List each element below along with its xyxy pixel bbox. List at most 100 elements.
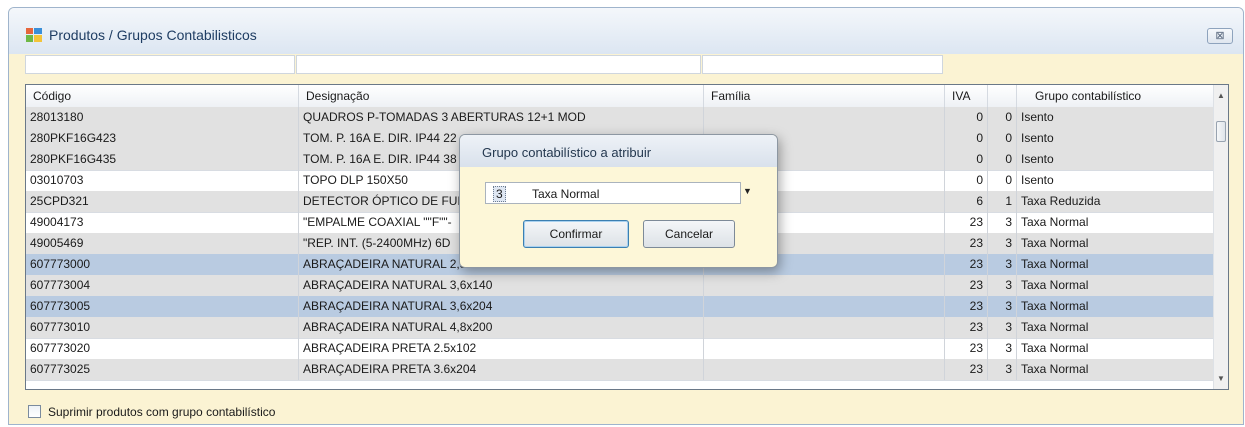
- cell-grupo-contabilistico: Isento: [1017, 170, 1215, 191]
- cell-familia: [704, 296, 945, 317]
- arrow-up-icon[interactable]: ▲: [1214, 87, 1228, 104]
- cell-familia: [704, 107, 945, 128]
- suppress-checkbox[interactable]: [28, 405, 41, 418]
- cell-familia: [704, 359, 945, 380]
- cell-familia: [704, 338, 945, 359]
- grid-header: Código Designação Família IVA Grupo cont…: [26, 85, 1215, 108]
- cell-iva: 23: [945, 359, 988, 380]
- cell-codigo: 03010703: [26, 170, 299, 191]
- cell-codigo: 49005469: [26, 233, 299, 254]
- table-row[interactable]: 28013180 QUADROS P-TOMADAS 3 ABERTURAS 12…: [26, 107, 1215, 129]
- cell-grupo-codigo: 0: [988, 128, 1017, 149]
- cell-codigo: 607773025: [26, 359, 299, 380]
- cell-grupo-contabilistico: Taxa Normal: [1017, 254, 1215, 275]
- cell-codigo: 280PKF16G435: [26, 149, 299, 170]
- cell-iva: 23: [945, 254, 988, 275]
- cell-grupo-codigo: 3: [988, 359, 1017, 380]
- cell-familia: [704, 275, 945, 296]
- cell-iva: 23: [945, 296, 988, 317]
- cell-codigo: 607773000: [26, 254, 299, 275]
- cell-grupo-contabilistico: Taxa Normal: [1017, 317, 1215, 338]
- cell-grupo-contabilistico: Taxa Normal: [1017, 359, 1215, 380]
- cell-codigo: 49004173: [26, 212, 299, 233]
- cancel-button[interactable]: Cancelar: [643, 220, 735, 248]
- dialog-title: Grupo contabilístico a atribuir: [482, 145, 652, 160]
- col-header-codigo-grupo[interactable]: [988, 85, 1017, 107]
- vertical-scrollbar[interactable]: ▲ ▼: [1213, 85, 1228, 389]
- cell-grupo-codigo: 3: [988, 275, 1017, 296]
- table-row[interactable]: 607773005 ABRAÇADEIRA NATURAL 3,6x204 23 3 T…: [26, 296, 1215, 318]
- confirm-button[interactable]: Confirmar: [523, 220, 629, 248]
- cell-iva: 0: [945, 170, 988, 191]
- cancel-label: Cancelar: [664, 227, 714, 241]
- table-row[interactable]: 607773020 ABRAÇADEIRA PRETA 2.5x102 23 3 Tax…: [26, 338, 1215, 360]
- window-title: Produtos / Grupos Contabilisticos: [49, 27, 257, 43]
- cell-designacao: ABRAÇADEIRA NATURAL 3,6x204: [299, 296, 704, 317]
- cell-designacao: ABRAÇADEIRA NATURAL 4,8x200: [299, 317, 704, 338]
- cell-familia: [704, 317, 945, 338]
- col-header-familia[interactable]: Família: [704, 85, 945, 107]
- filter-familia-input[interactable]: [702, 55, 943, 74]
- table-row[interactable]: 607773004 ABRAÇADEIRA NATURAL 3,6x140 23 3 T…: [26, 275, 1215, 297]
- cell-codigo: 607773004: [26, 275, 299, 296]
- arrow-down-icon[interactable]: ▼: [1214, 370, 1228, 387]
- cell-grupo-codigo: 3: [988, 317, 1017, 338]
- cell-designacao: ABRAÇADEIRA PRETA 2.5x102: [299, 338, 704, 359]
- col-header-iva[interactable]: IVA: [945, 85, 988, 107]
- close-button[interactable]: ⊠: [1207, 28, 1233, 44]
- cell-iva: 23: [945, 275, 988, 296]
- group-combobox[interactable]: 3 Taxa Normal: [485, 182, 741, 204]
- cell-iva: 23: [945, 338, 988, 359]
- cell-designacao: ABRAÇADEIRA PRETA 3.6x204: [299, 359, 704, 380]
- assign-group-dialog: Grupo contabilístico a atribuir 3 Taxa N…: [459, 134, 778, 268]
- table-row[interactable]: 607773025 ABRAÇADEIRA PRETA 3.6x204 23 3 Tax…: [26, 359, 1215, 381]
- cell-grupo-codigo: 3: [988, 338, 1017, 359]
- cell-grupo-codigo: 3: [988, 296, 1017, 317]
- cell-iva: 0: [945, 149, 988, 170]
- cell-codigo: 280PKF16G423: [26, 128, 299, 149]
- cell-grupo-contabilistico: Isento: [1017, 128, 1215, 149]
- cell-grupo-contabilistico: Taxa Reduzida: [1017, 191, 1215, 212]
- cell-grupo-contabilistico: Taxa Normal: [1017, 275, 1215, 296]
- cell-grupo-codigo: 0: [988, 107, 1017, 128]
- cell-grupo-contabilistico: Taxa Normal: [1017, 233, 1215, 254]
- cell-codigo: 607773020: [26, 338, 299, 359]
- cell-codigo: 607773005: [26, 296, 299, 317]
- cell-iva: 6: [945, 191, 988, 212]
- col-header-codigo[interactable]: Código: [26, 85, 299, 107]
- cell-codigo: 25CPD321: [26, 191, 299, 212]
- cell-grupo-codigo: 1: [988, 191, 1017, 212]
- cell-codigo: 28013180: [26, 107, 299, 128]
- cell-iva: 0: [945, 128, 988, 149]
- combo-selected-text: Taxa Normal: [532, 187, 600, 201]
- cell-grupo-codigo: 3: [988, 212, 1017, 233]
- cell-grupo-contabilistico: Isento: [1017, 149, 1215, 170]
- cell-grupo-codigo: 3: [988, 254, 1017, 275]
- cell-designacao: ABRAÇADEIRA NATURAL 3,6x140: [299, 275, 704, 296]
- cell-grupo-contabilistico: Taxa Normal: [1017, 212, 1215, 233]
- title-bar: Produtos / Grupos Contabilisticos ⊠: [9, 8, 1243, 54]
- chevron-down-icon[interactable]: ▼: [743, 186, 752, 196]
- app-window-icon: [26, 28, 42, 42]
- confirm-label: Confirmar: [549, 227, 603, 241]
- cell-codigo: 607773010: [26, 317, 299, 338]
- cell-grupo-contabilistico: Taxa Normal: [1017, 338, 1215, 359]
- combo-selected-code: 3: [493, 186, 506, 202]
- dialog-title-bar: Grupo contabilístico a atribuir: [460, 135, 777, 167]
- close-icon: ⊠: [1215, 30, 1225, 42]
- col-header-designacao[interactable]: Designação: [299, 85, 704, 107]
- scroll-thumb[interactable]: [1216, 121, 1226, 142]
- table-row[interactable]: 607773010 ABRAÇADEIRA NATURAL 4,8x200 23 3 T…: [26, 317, 1215, 339]
- col-header-grupo-contabilistico[interactable]: Grupo contabilístico: [1017, 85, 1215, 107]
- cell-grupo-contabilistico: Isento: [1017, 107, 1215, 128]
- suppress-label: Suprimir produtos com grupo contabilísti…: [48, 405, 276, 419]
- cell-grupo-codigo: 0: [988, 170, 1017, 191]
- cell-iva: 23: [945, 212, 988, 233]
- cell-iva: 23: [945, 233, 988, 254]
- cell-grupo-codigo: 3: [988, 233, 1017, 254]
- cell-iva: 0: [945, 107, 988, 128]
- filter-codigo-input[interactable]: [25, 55, 295, 74]
- cell-grupo-codigo: 0: [988, 149, 1017, 170]
- filter-designacao-input[interactable]: [296, 55, 701, 74]
- cell-grupo-contabilistico: Taxa Normal: [1017, 296, 1215, 317]
